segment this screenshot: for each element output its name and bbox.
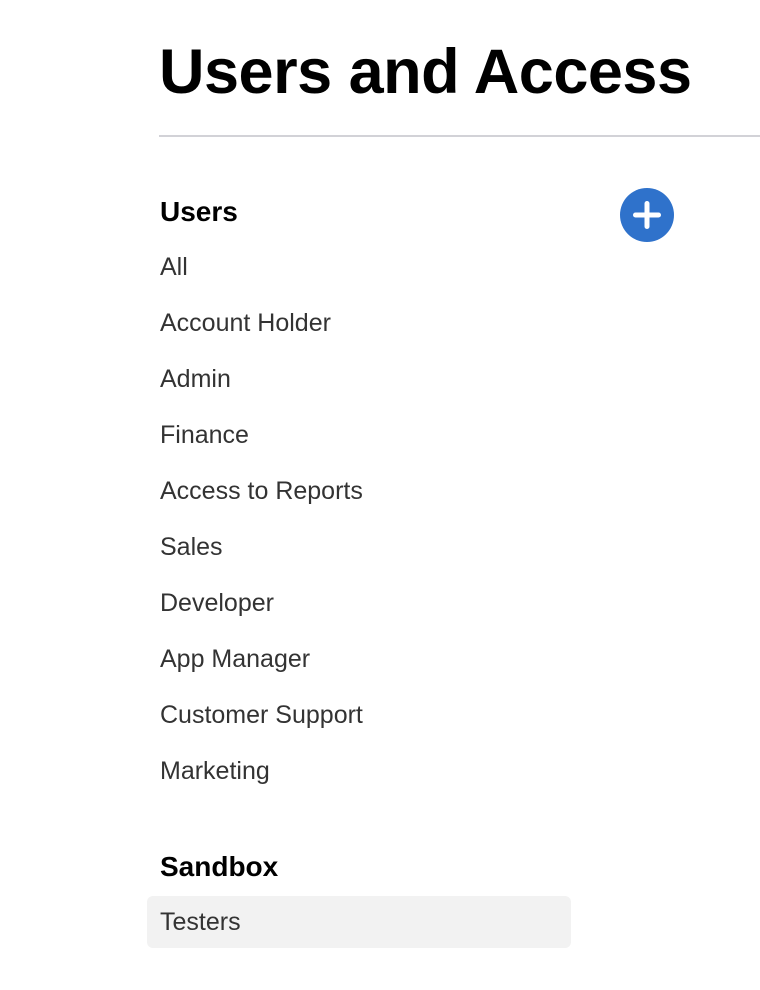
users-role-list: All Account Holder Admin Finance Access …	[147, 239, 571, 799]
sidebar-item-marketing[interactable]: Marketing	[147, 743, 571, 799]
sidebar-item-app-manager[interactable]: App Manager	[147, 631, 571, 687]
users-section-heading: Users	[160, 196, 238, 227]
sidebar-item-testers[interactable]: Testers	[147, 896, 571, 948]
sandbox-section-heading: Sandbox	[160, 851, 279, 882]
sidebar-item-finance[interactable]: Finance	[147, 407, 571, 463]
sidebar-item-all[interactable]: All	[147, 239, 571, 295]
sidebar-item-customer-support[interactable]: Customer Support	[147, 687, 571, 743]
sidebar-item-admin[interactable]: Admin	[147, 351, 571, 407]
sidebar-item-access-to-reports[interactable]: Access to Reports	[147, 463, 571, 519]
plus-icon	[633, 201, 661, 229]
sidebar-item-developer[interactable]: Developer	[147, 575, 571, 631]
users-and-access-page: Users and Access Users All Account Holde…	[0, 0, 760, 990]
add-user-button[interactable]	[620, 188, 674, 242]
sandbox-list: Testers	[147, 896, 571, 948]
title-divider	[159, 135, 760, 137]
sidebar-item-sales[interactable]: Sales	[147, 519, 571, 575]
page-title: Users and Access	[159, 37, 692, 107]
sidebar-item-account-holder[interactable]: Account Holder	[147, 295, 571, 351]
